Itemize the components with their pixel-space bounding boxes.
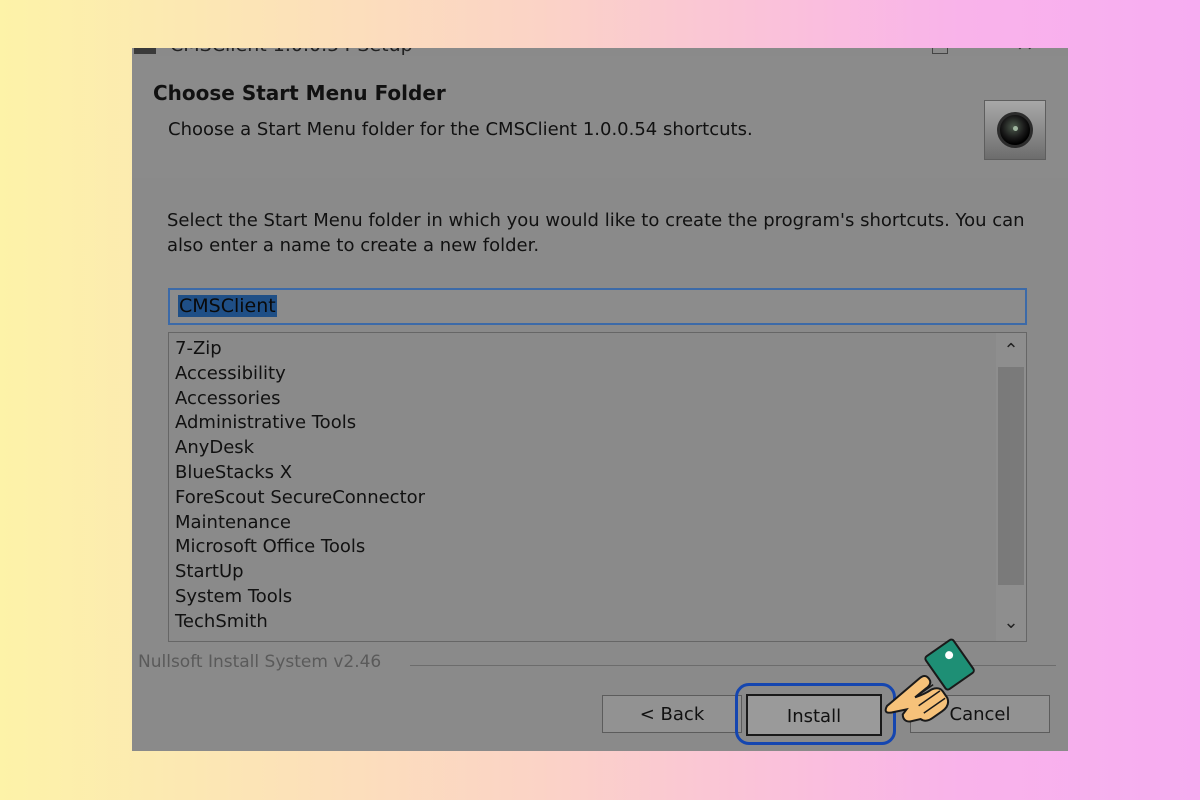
window-title: CMSClient 1.0.0.54 Setup — [170, 48, 413, 56]
folder-list-item[interactable]: StartUp — [175, 560, 1026, 585]
folder-list-item[interactable]: 7-Zip — [175, 337, 1026, 362]
page-subtitle: Choose a Start Menu folder for the CMSCl… — [168, 119, 753, 140]
folder-list-item[interactable]: Accessibility — [175, 362, 1026, 387]
back-button[interactable]: < Back — [602, 695, 742, 733]
app-icon — [134, 48, 156, 54]
nsis-branding: Nullsoft Install System v2.46 — [138, 652, 382, 672]
chevron-down-icon[interactable]: ⌄ — [996, 609, 1026, 637]
wizard-header: Choose Start Menu Folder Choose a Start … — [132, 56, 1068, 180]
folder-list-item[interactable]: System Tools — [175, 585, 1026, 610]
folder-list-item[interactable]: AnyDesk — [175, 436, 1026, 461]
folder-list-item[interactable]: Microsoft Office Tools — [175, 535, 1026, 560]
chevron-up-icon[interactable]: ⌃ — [996, 337, 1026, 365]
folder-list-item[interactable]: ForeScout SecureConnector — [175, 486, 1026, 511]
maximize-icon[interactable] — [932, 48, 948, 54]
folder-list-item[interactable]: Administrative Tools — [175, 411, 1026, 436]
close-icon[interactable]: ✕ — [1016, 48, 1034, 56]
folder-list[interactable]: 7-Zip Accessibility Accessories Administrat… — [168, 332, 1027, 642]
title-bar: CMSClient 1.0.0.54 Setup ✕ — [132, 48, 1068, 56]
folder-list-scrollbar[interactable]: ⌃ ⌄ — [996, 333, 1026, 641]
instructions-text: Select the Start Menu folder in which yo… — [167, 210, 1025, 256]
webcam-icon — [984, 100, 1046, 160]
folder-list-item[interactable]: BlueStacks X — [175, 461, 1026, 486]
folder-name-value: CMSClient — [178, 295, 277, 317]
scrollbar-thumb[interactable] — [998, 367, 1024, 585]
folder-name-input[interactable]: CMSClient — [168, 288, 1027, 325]
page-title: Choose Start Menu Folder — [153, 81, 446, 105]
folder-list-item[interactable]: Maintenance — [175, 511, 1026, 536]
pointing-hand-icon — [884, 638, 975, 723]
folder-list-item[interactable]: Accessories — [175, 387, 1026, 412]
